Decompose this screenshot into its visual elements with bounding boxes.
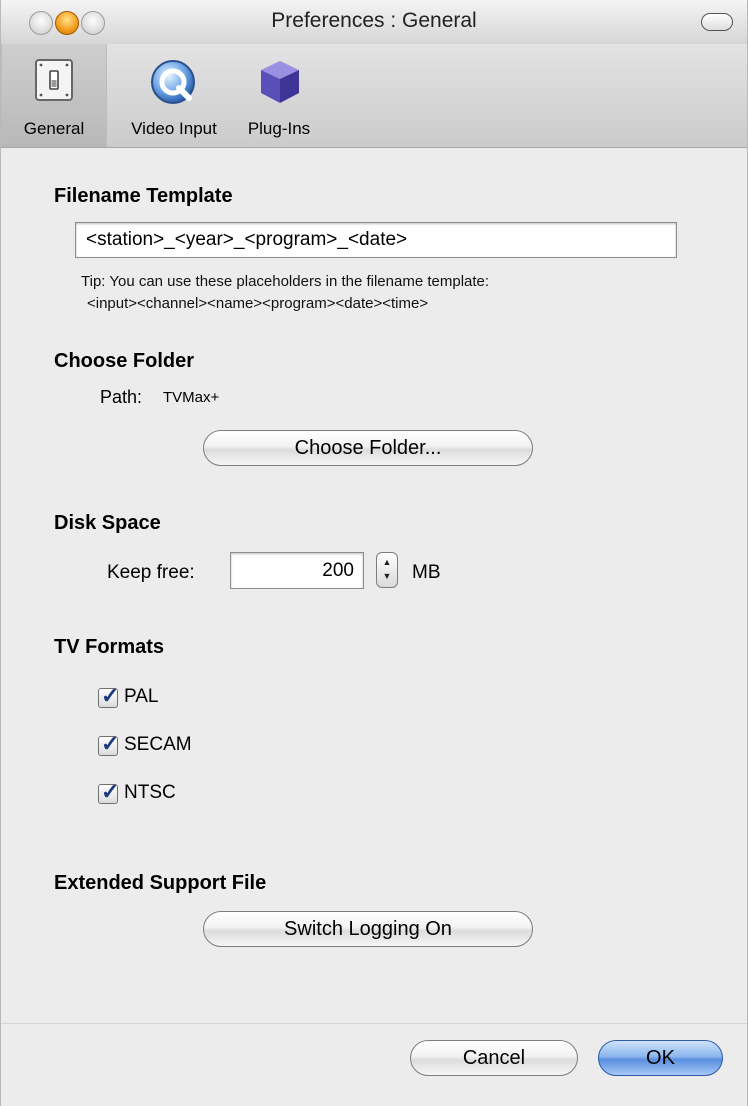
keep-free-label: Keep free: [107,562,195,583]
ntsc-label[interactable]: NTSC [124,782,176,804]
choose-folder-button[interactable]: Choose Folder... [203,430,533,466]
window-title: Preferences : General [271,9,477,32]
footer-divider [1,1023,747,1024]
stepper-down-icon[interactable]: ▼ [377,571,397,581]
tab-video-input[interactable]: Video Input [113,44,235,147]
preferences-window: Preferences : General General Video Inpu… [0,0,748,1106]
tv-formats-heading: TV Formats [54,636,165,658]
tab-plug-ins-label: Plug-Ins [247,119,311,138]
cube-icon [261,61,299,103]
extended-support-heading: Extended Support File [54,872,267,894]
ok-button[interactable]: OK [598,1040,723,1076]
checkmark-icon: ✓ [101,683,120,708]
quicktime-icon [151,60,195,104]
stepper-up-icon[interactable]: ▲ [377,557,397,567]
pal-label[interactable]: PAL [124,686,159,708]
path-value: TVMax+ [163,389,220,406]
filename-tip-text: Tip: You can use these placeholders in t… [81,273,490,290]
tab-general[interactable]: General [1,44,107,147]
path-label: Path: [100,387,143,407]
checkmark-icon: ✓ [101,779,120,804]
tab-general-label: General [23,119,85,138]
tab-plug-ins[interactable]: Plug-Ins [237,44,321,147]
filename-placeholders-text: <input><channel><name><program><date><ti… [87,295,429,312]
switch-logging-button[interactable]: Switch Logging On [203,911,533,947]
ntsc-checkbox[interactable]: ✓ [98,779,119,804]
filename-template-heading: Filename Template [54,185,233,207]
pal-checkbox[interactable]: ✓ [98,683,119,708]
toolbar-toggle-button[interactable] [701,13,733,31]
checkmark-icon: ✓ [101,731,120,756]
title-bar[interactable]: Preferences : General [1,0,747,45]
disk-space-heading: Disk Space [54,512,161,534]
toolbar: General Video Input Plug-Ins [1,44,747,148]
secam-checkbox[interactable]: ✓ [98,731,119,756]
keep-free-input[interactable]: 200 [230,552,364,589]
secam-label[interactable]: SECAM [124,734,192,756]
tab-video-input-label: Video Input [131,119,217,138]
choose-folder-heading: Choose Folder [54,350,195,372]
keep-free-unit: MB [412,562,441,583]
keep-free-stepper[interactable]: ▲ ▼ [376,552,398,588]
light-switch-icon [35,59,73,101]
filename-template-input[interactable]: <station>_<year>_<program>_<date> [75,222,677,258]
cancel-button[interactable]: Cancel [410,1040,578,1076]
